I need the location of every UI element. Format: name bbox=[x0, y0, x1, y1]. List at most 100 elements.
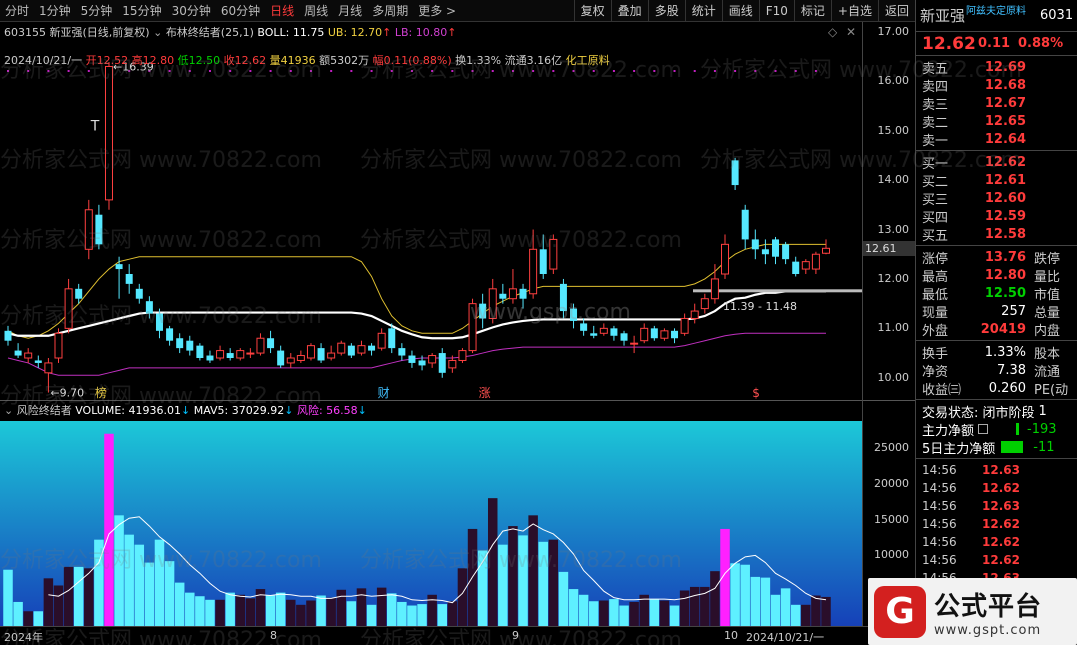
volume-bar[interactable] bbox=[619, 605, 629, 627]
candle[interactable] bbox=[590, 325, 598, 339]
volume-bar[interactable] bbox=[801, 604, 811, 627]
volume-bar[interactable] bbox=[33, 611, 44, 627]
candle[interactable] bbox=[196, 343, 204, 361]
volume-bar[interactable] bbox=[275, 592, 286, 627]
candle[interactable] bbox=[741, 204, 749, 250]
candle[interactable] bbox=[570, 303, 578, 329]
candle[interactable] bbox=[660, 328, 669, 341]
volume-bar[interactable] bbox=[508, 526, 518, 627]
main-flow-row[interactable]: 主力净额 -193 bbox=[916, 420, 1077, 439]
candle[interactable] bbox=[690, 303, 699, 324]
candle[interactable] bbox=[145, 296, 153, 319]
volume-bar[interactable] bbox=[498, 544, 508, 627]
volume-bar[interactable] bbox=[588, 601, 599, 627]
candle[interactable] bbox=[135, 283, 143, 304]
candlestick-svg[interactable]: ←16.39←9.7011.39 - 11.48T榜财涨 $ bbox=[0, 22, 862, 400]
volume-bar[interactable] bbox=[669, 605, 680, 627]
volume-bar[interactable] bbox=[629, 601, 639, 627]
candle[interactable] bbox=[772, 236, 780, 265]
order-level[interactable]: 买一 12.62 bbox=[916, 153, 1077, 172]
candle[interactable] bbox=[317, 343, 325, 363]
volume-bar[interactable] bbox=[356, 588, 367, 627]
candle[interactable] bbox=[14, 343, 22, 358]
candle[interactable] bbox=[256, 333, 265, 356]
candle[interactable] bbox=[277, 345, 285, 368]
candle[interactable] bbox=[640, 323, 649, 344]
volume-bar[interactable] bbox=[457, 568, 468, 627]
candle[interactable] bbox=[488, 278, 497, 324]
candle[interactable] bbox=[246, 348, 255, 358]
volume-bar[interactable] bbox=[548, 539, 559, 627]
chevron-down-icon[interactable]: ⌄ bbox=[153, 26, 162, 39]
volume-bar[interactable] bbox=[770, 594, 781, 627]
candle[interactable] bbox=[458, 348, 467, 363]
volume-bar[interactable] bbox=[578, 594, 589, 627]
volume-bar[interactable] bbox=[760, 577, 771, 627]
diamond-icon[interactable]: ◇ bbox=[828, 25, 837, 39]
candle[interactable] bbox=[296, 350, 305, 363]
volume-bar[interactable] bbox=[174, 582, 185, 627]
period-tab[interactable]: 分时 bbox=[0, 0, 34, 22]
candle[interactable] bbox=[236, 348, 245, 361]
volume-bar[interactable] bbox=[821, 596, 831, 627]
candle[interactable] bbox=[368, 343, 376, 356]
chevron-down-icon[interactable]: ⌄ bbox=[4, 404, 13, 417]
volume-bar[interactable] bbox=[518, 535, 528, 627]
candle[interactable] bbox=[95, 204, 103, 250]
order-level[interactable]: 卖四 12.68 bbox=[916, 76, 1077, 95]
volume-bar[interactable] bbox=[346, 601, 357, 627]
candle[interactable] bbox=[306, 343, 315, 361]
tick-list[interactable]: 14:56 12.63 14:56 12.62 14:56 12.63 14:56 12.62… bbox=[916, 461, 1077, 587]
volume-bar[interactable] bbox=[528, 515, 538, 627]
candle[interactable] bbox=[751, 229, 759, 260]
order-level[interactable]: 卖五 12.69 bbox=[916, 58, 1077, 77]
candle[interactable] bbox=[792, 256, 800, 277]
toolbar-button[interactable]: 复权 bbox=[573, 0, 611, 22]
candle[interactable] bbox=[620, 330, 628, 346]
candle[interactable] bbox=[347, 343, 355, 358]
order-level[interactable]: 买五 12.58 bbox=[916, 225, 1077, 244]
candle[interactable] bbox=[680, 313, 689, 336]
period-tab[interactable]: 多周期 bbox=[367, 0, 413, 22]
toolbar-button[interactable]: 叠加 bbox=[610, 0, 648, 22]
toolbar-button[interactable]: 画线 bbox=[721, 0, 759, 22]
candle[interactable] bbox=[286, 353, 295, 368]
volume-bar[interactable] bbox=[265, 595, 276, 627]
candle[interactable] bbox=[822, 239, 830, 255]
volume-bar[interactable] bbox=[811, 595, 821, 627]
period-tab[interactable]: 15分钟 bbox=[117, 0, 166, 22]
period-tab[interactable]: 60分钟 bbox=[216, 0, 265, 22]
volume-bar[interactable] bbox=[780, 588, 791, 627]
volume-bar[interactable] bbox=[790, 604, 801, 627]
toolbar-button[interactable]: 多股 bbox=[647, 0, 685, 22]
candle[interactable] bbox=[216, 345, 225, 361]
candle[interactable] bbox=[54, 328, 63, 363]
candle[interactable] bbox=[186, 335, 194, 356]
candle[interactable] bbox=[811, 251, 820, 274]
candle[interactable] bbox=[710, 264, 719, 304]
candle[interactable] bbox=[226, 348, 234, 361]
order-level[interactable]: 卖二 12.65 bbox=[916, 112, 1077, 131]
volume-bar[interactable] bbox=[679, 590, 690, 627]
candle[interactable] bbox=[64, 278, 73, 334]
volume-bar[interactable] bbox=[609, 599, 619, 627]
candle[interactable] bbox=[428, 353, 437, 368]
volume-bar[interactable] bbox=[154, 539, 165, 627]
volume-bar[interactable] bbox=[447, 601, 458, 627]
candle[interactable] bbox=[610, 325, 618, 341]
candle[interactable] bbox=[357, 340, 366, 356]
volume-bar[interactable] bbox=[366, 604, 377, 627]
volume-indicator-name[interactable]: 风险终结者 bbox=[17, 404, 72, 417]
volume-bar[interactable] bbox=[316, 595, 326, 627]
candle[interactable] bbox=[599, 323, 608, 336]
volume-bar[interactable] bbox=[84, 568, 94, 627]
candle[interactable] bbox=[438, 348, 446, 378]
candle[interactable] bbox=[377, 328, 386, 351]
volume-bar[interactable] bbox=[114, 515, 124, 627]
toolbar-button[interactable]: 统计 bbox=[684, 0, 722, 22]
volume-chart[interactable] bbox=[0, 400, 862, 627]
candle[interactable] bbox=[529, 229, 538, 299]
volume-bar[interactable] bbox=[740, 564, 750, 627]
volume-bar[interactable] bbox=[134, 544, 145, 627]
volume-bar[interactable] bbox=[296, 604, 306, 627]
